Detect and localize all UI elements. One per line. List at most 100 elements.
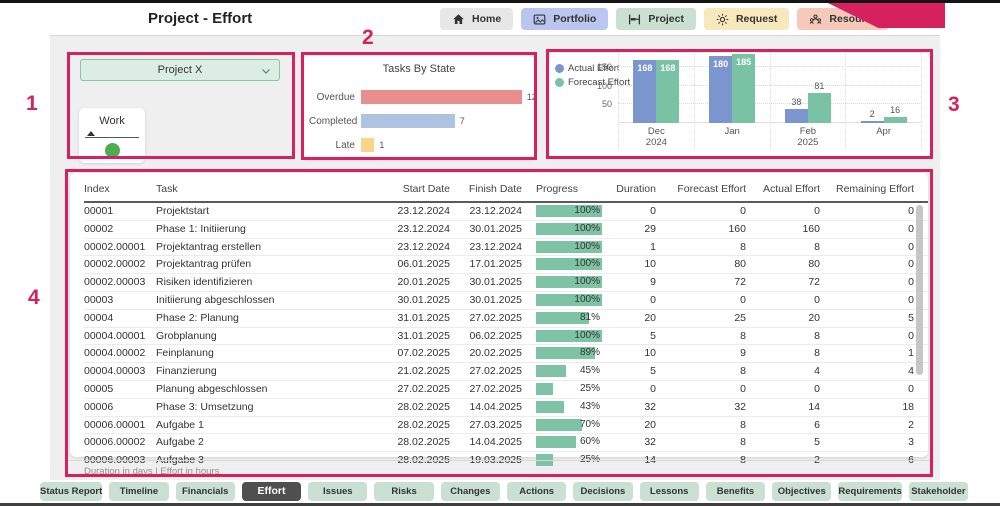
progress-bar-wrap: 25% <box>536 383 602 395</box>
progress-value: 100% <box>574 292 600 308</box>
progress-bar-wrap: 43% <box>536 401 602 413</box>
table-row[interactable]: 00006.00001Aufgabe 128.02.202527.03.2025… <box>84 417 928 435</box>
progress-value: 43% <box>580 399 600 415</box>
table-footnote: Duration in days | Effort in hours <box>65 460 931 477</box>
tab-benefits[interactable]: Benefits <box>706 482 765 501</box>
column-bar[interactable]: 185 <box>732 54 755 123</box>
nav-button-home[interactable]: Home <box>440 8 513 30</box>
progress-cell: 100% <box>536 221 612 238</box>
table-cell: 00005 <box>84 381 156 398</box>
column-bar[interactable]: 168 <box>656 60 679 123</box>
table-cell: 6 <box>760 417 834 434</box>
tab-lessons[interactable]: Lessons <box>640 482 699 501</box>
table-row[interactable]: 00003Initiierung abgeschlossen30.01.2025… <box>84 292 928 310</box>
table-row[interactable]: 00006Phase 3: Umsetzung28.02.202514.04.2… <box>84 399 928 417</box>
nav-button-label: Project <box>648 13 684 25</box>
column-pair: 3881 <box>771 53 846 123</box>
tab-requirements[interactable]: Requirements <box>838 482 901 501</box>
chart-title: Tasks By State <box>303 56 535 75</box>
table-cell: 27.02.2025 <box>394 381 464 398</box>
table-row[interactable]: 00004Phase 2: Planung31.01.202527.02.202… <box>84 310 928 328</box>
column-header: Start Date <box>394 177 464 201</box>
data-label: 81 <box>804 81 835 91</box>
table-cell: 5 <box>612 363 670 380</box>
tab-status-report[interactable]: Status Report <box>40 482 102 501</box>
table-cell: 80 <box>670 256 760 273</box>
table-scrollbar[interactable] <box>916 205 923 375</box>
table-cell: 0 <box>834 274 928 291</box>
tab-changes[interactable]: Changes <box>441 482 500 501</box>
table-cell: 10 <box>612 345 670 362</box>
column-bar[interactable]: 2 <box>861 121 884 123</box>
nav-button-request[interactable]: Request <box>704 8 789 30</box>
table-row[interactable]: 00002.00003Risiken identifizieren20.01.2… <box>84 274 928 292</box>
x-category-label: Feb <box>771 126 846 137</box>
state-bar[interactable] <box>361 114 455 128</box>
table-cell: 8 <box>670 363 760 380</box>
category-label: Completed <box>309 116 361 127</box>
table-row[interactable]: 00002Phase 1: Initiierung23.12.202430.01… <box>84 221 928 239</box>
tab-effort[interactable]: Effort <box>242 482 301 501</box>
tasks-by-state-chart: Tasks By State Overdue12Completed7Late1 <box>303 56 535 159</box>
progress-value: 60% <box>580 434 600 450</box>
table-cell: 72 <box>760 274 834 291</box>
progress-cell: 70% <box>536 417 612 434</box>
table-cell: 27.02.2025 <box>464 381 536 398</box>
nav-button-label: Portfolio <box>553 13 596 25</box>
table-cell: 20.01.2025 <box>394 274 464 291</box>
table-cell: Risiken identifizieren <box>156 274 394 291</box>
table-row[interactable]: 00002.00002Projektantrag prüfen06.01.202… <box>84 256 928 274</box>
table-cell: 160 <box>760 221 834 238</box>
tab-timeline[interactable]: Timeline <box>109 482 168 501</box>
column-bar[interactable]: 81 <box>808 93 831 123</box>
table-cell: 0 <box>612 203 670 220</box>
table-cell: Finanzierung <box>156 363 394 380</box>
project-dropdown[interactable]: Project X <box>80 59 280 81</box>
work-status-indicator[interactable] <box>105 143 120 158</box>
state-bar-row: Completed7 <box>309 109 529 133</box>
table-row[interactable]: 00001Projektstart23.12.202423.12.2024100… <box>84 203 928 221</box>
table-cell: Phase 3: Umsetzung <box>156 399 394 416</box>
tab-decisions[interactable]: Decisions <box>573 482 632 501</box>
progress-bar-wrap: 100% <box>536 241 602 253</box>
column-bar[interactable]: 38 <box>785 109 808 123</box>
tab-financials[interactable]: Financials <box>176 482 235 501</box>
y-tick-label: 50 <box>584 99 612 109</box>
progress-cell: 100% <box>536 239 612 256</box>
table-cell: 3 <box>834 434 928 451</box>
progress-bar <box>536 365 566 377</box>
table-cell: Grobplanung <box>156 328 394 345</box>
table-cell: 32 <box>612 399 670 416</box>
nav-button-portfolio[interactable]: Portfolio <box>521 8 608 30</box>
annotation-number-1: 1 <box>26 92 38 116</box>
table-row[interactable]: 00002.00001Projektantrag erstellen23.12.… <box>84 239 928 257</box>
table-cell: 28.02.2025 <box>394 399 464 416</box>
table-row[interactable]: 00006.00002Aufgabe 228.02.202514.04.2025… <box>84 434 928 452</box>
table-cell: 2 <box>834 417 928 434</box>
progress-value: 100% <box>574 221 600 237</box>
table-row[interactable]: 00004.00002Feinplanung07.02.202520.02.20… <box>84 345 928 363</box>
state-bar[interactable] <box>361 138 374 152</box>
table-cell: 00006.00001 <box>84 417 156 434</box>
table-cell: 8 <box>670 417 760 434</box>
table-row[interactable]: 00004.00001Grobplanung31.01.202506.02.20… <box>84 328 928 346</box>
table-cell: 9 <box>612 274 670 291</box>
effort-column-chart: Actual EffortForecast Effort 50100150 16… <box>548 53 930 157</box>
table-cell: 27.03.2025 <box>464 417 536 434</box>
nav-button-project[interactable]: Project <box>616 8 696 30</box>
tab-objectives[interactable]: Objectives <box>772 482 831 501</box>
tab-issues[interactable]: Issues <box>308 482 367 501</box>
state-bar[interactable] <box>361 90 522 104</box>
tab-risks[interactable]: Risks <box>374 482 433 501</box>
tab-stakeholder[interactable]: Stakeholder <box>909 482 968 501</box>
progress-cell: 89% <box>536 345 612 362</box>
table-row[interactable]: 00005Planung abgeschlossen27.02.202527.0… <box>84 381 928 399</box>
category-label: Overdue <box>309 92 361 103</box>
column-bar[interactable]: 16 <box>884 117 907 123</box>
work-slicer[interactable]: Work <box>79 108 145 163</box>
table-cell: 20 <box>760 310 834 327</box>
tab-actions[interactable]: Actions <box>507 482 566 501</box>
table-cell: 20.02.2025 <box>464 345 536 362</box>
table-row[interactable]: 00004.00003Finanzierung21.02.202527.02.2… <box>84 363 928 381</box>
table-cell: 06.02.2025 <box>464 328 536 345</box>
